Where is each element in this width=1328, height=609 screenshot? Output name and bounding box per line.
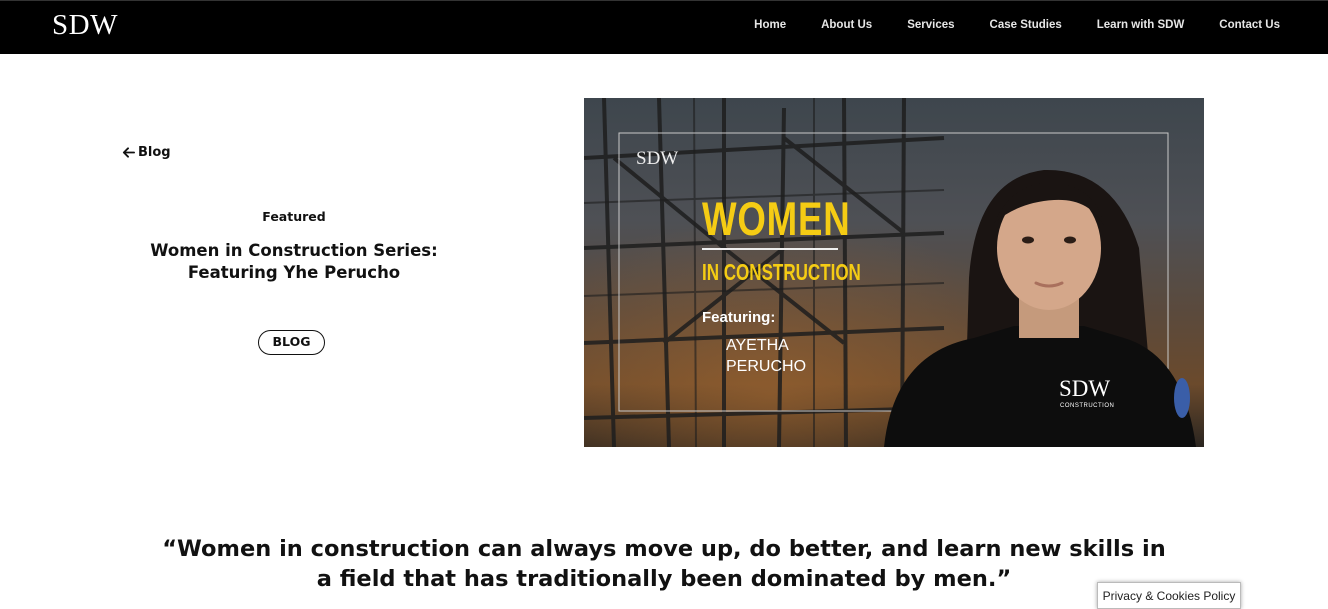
- back-to-blog-link[interactable]: Blog: [122, 145, 171, 160]
- arrow-left-icon: [122, 147, 135, 158]
- nav-case-studies[interactable]: Case Studies: [990, 19, 1062, 31]
- back-label: Blog: [138, 145, 171, 160]
- nav-about-us[interactable]: About Us: [821, 19, 872, 31]
- nav-home[interactable]: Home: [754, 19, 786, 31]
- main-menu: Home About Us Services Case Studies Lear…: [719, 19, 1280, 31]
- hero-image: SDW WOMEN IN CONSTRUCTION Featuring: AYE…: [584, 98, 1204, 447]
- category-pill[interactable]: BLOG: [258, 330, 325, 355]
- hero-name-line1: AYETHA: [726, 337, 789, 354]
- hero-small-logo: SDW: [636, 148, 679, 169]
- hero-shirt-logo: SDW: [1059, 376, 1111, 401]
- top-nav: SDW Home About Us Services Case Studies …: [0, 0, 1328, 54]
- hero-shirt-logo-sub: CONSTRUCTION: [1060, 403, 1115, 409]
- featured-label: Featured: [262, 209, 326, 224]
- hero-name-line2: PERUCHO: [726, 358, 807, 375]
- post-title: Women in Construction Series: Featuring …: [150, 241, 438, 282]
- privacy-cookies-button[interactable]: Privacy & Cookies Policy: [1097, 582, 1241, 609]
- pull-quote: “Women in construction can always move u…: [162, 536, 1166, 592]
- nav-services[interactable]: Services: [907, 19, 954, 31]
- hero-divider: [702, 248, 838, 250]
- hero-subheadline: IN CONSTRUCTION: [702, 259, 861, 285]
- hero-featuring-label: Featuring:: [702, 309, 776, 326]
- nav-contact-us[interactable]: Contact Us: [1219, 19, 1280, 31]
- site-logo[interactable]: SDW: [52, 9, 118, 42]
- hero-headline: WOMEN: [702, 192, 851, 245]
- nav-learn-with-sdw[interactable]: Learn with SDW: [1097, 19, 1185, 31]
